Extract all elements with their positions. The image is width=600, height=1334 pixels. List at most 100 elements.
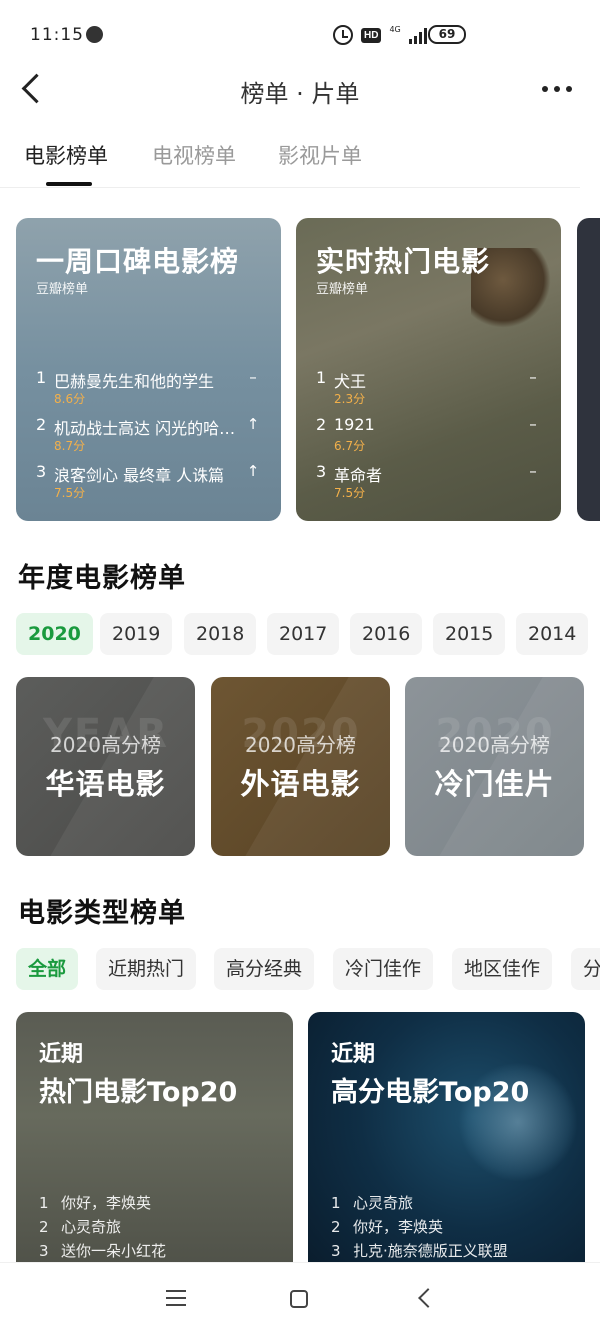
annual-card-title: 华语电影 xyxy=(45,767,166,801)
list-item[interactable]: 1 你好，李焕英 xyxy=(39,1192,166,1216)
ranking-card-realtime[interactable]: 实时热门电影 豆瓣榜单 1 犬王 2.3分 – 2 1921 6.7分 – 3 … xyxy=(296,218,561,521)
genre-chip-partial[interactable]: 分 xyxy=(571,948,600,990)
app-notification-icon xyxy=(86,26,103,43)
annual-card-subtitle: 2020高分榜 xyxy=(245,733,356,757)
system-navigation-bar xyxy=(0,1262,600,1334)
list-item[interactable]: 2 你好，李焕英 xyxy=(331,1216,508,1240)
ranking-item[interactable]: 3 浪客剑心 最终章 人诛篇 7.5分 ↑ xyxy=(36,462,266,509)
movie-score: 2.3分 xyxy=(334,392,366,406)
ranking-number: 2 xyxy=(36,415,47,434)
signal-icon xyxy=(408,26,427,44)
status-bar: 11:15 HD 4G 69 xyxy=(0,0,600,70)
annual-card-chinese[interactable]: YEAR 2020高分榜 华语电影 xyxy=(16,677,195,856)
alarm-icon xyxy=(333,25,353,45)
back-icon[interactable] xyxy=(418,1288,438,1308)
genre-card-title: 热门电影Top20 xyxy=(39,1077,238,1108)
tab-tv-charts[interactable]: 电视榜单 xyxy=(152,140,236,170)
annual-card-hidden-gems[interactable]: 2020 2020高分榜 冷门佳片 xyxy=(405,677,584,856)
genre-chip-niche[interactable]: 冷门佳作 xyxy=(333,948,434,990)
genre-chip-row: 全部 近期热门 高分经典 冷门佳作 地区佳作 分 xyxy=(16,948,600,990)
genre-section-title: 电影类型榜单 xyxy=(18,898,186,929)
annual-card-title: 冷门佳片 xyxy=(434,767,555,801)
battery-icon: 69 xyxy=(428,25,466,44)
annual-card-subtitle: 2020高分榜 xyxy=(439,733,550,757)
tab-playlists[interactable]: 影视片单 xyxy=(278,140,362,170)
ranking-number: 1 xyxy=(316,368,327,387)
tab-movie-charts[interactable]: 电影榜单 xyxy=(24,140,108,170)
ranking-item[interactable]: 2 机动战士高达 闪光的哈… 8.7分 ↑ xyxy=(36,415,266,462)
trend-up-icon: ↑ xyxy=(246,415,260,433)
year-chip-2017[interactable]: 2017 xyxy=(267,613,340,655)
genre-card-kicker: 近期 xyxy=(331,1042,376,1067)
genre-card-kicker: 近期 xyxy=(39,1042,84,1067)
ranking-item[interactable]: 1 犬王 2.3分 – xyxy=(316,368,546,415)
movie-score: 7.5分 xyxy=(334,486,366,500)
year-chip-2014[interactable]: 2014 xyxy=(516,613,589,655)
genre-chip-recent-hot[interactable]: 近期热门 xyxy=(96,948,197,990)
movie-title: 1921 xyxy=(334,415,375,434)
genre-chip-all[interactable]: 全部 xyxy=(16,948,79,990)
movie-score: 8.6分 xyxy=(54,392,86,406)
ranking-item[interactable]: 3 革命者 7.5分 – xyxy=(316,462,546,509)
list-item[interactable]: 3 送你一朵小红花 xyxy=(39,1240,166,1264)
movie-score: 6.7分 xyxy=(334,439,366,453)
nav-bar: 榜单 · 片单 xyxy=(0,70,600,110)
list-item[interactable]: 2 心灵奇旅 xyxy=(39,1216,166,1240)
ranking-item[interactable]: 1 巴赫曼先生和他的学生 8.6分 – xyxy=(36,368,266,415)
ranking-list: 1 巴赫曼先生和他的学生 8.6分 – 2 机动战士高达 闪光的哈… 8.7分 … xyxy=(36,368,266,509)
menu-icon[interactable] xyxy=(166,1290,186,1311)
movie-title: 革命者 xyxy=(334,466,383,485)
annual-card-title: 外语电影 xyxy=(240,767,361,801)
movie-title: 你好，李焕英 xyxy=(61,1194,152,1212)
genre-card-title: 高分电影Top20 xyxy=(331,1077,530,1108)
year-chip-row: 2020 2019 2018 2017 2016 2015 2014 xyxy=(16,613,600,655)
genre-chip-region[interactable]: 地区佳作 xyxy=(452,948,553,990)
more-options-icon[interactable] xyxy=(542,86,572,92)
movie-title: 浪客剑心 最终章 人诛篇 xyxy=(54,466,225,485)
year-chip-2018[interactable]: 2018 xyxy=(184,613,257,655)
ranking-number: 1 xyxy=(36,368,47,387)
ranking-item[interactable]: 2 1921 6.7分 – xyxy=(316,415,546,462)
year-chip-2016[interactable]: 2016 xyxy=(350,613,423,655)
movie-score: 7.5分 xyxy=(54,486,86,500)
movie-score: 8.7分 xyxy=(54,439,86,453)
movie-title: 心灵奇旅 xyxy=(353,1194,414,1212)
list-item[interactable]: 3 扎克·施奈德版正义联盟 xyxy=(331,1240,508,1264)
trend-flat-icon: – xyxy=(529,415,537,433)
ranking-card-title: 实时热门电影 xyxy=(316,245,491,278)
page-title: 榜单 · 片单 xyxy=(240,80,360,108)
ranking-number: 2 xyxy=(316,415,327,434)
home-icon[interactable] xyxy=(290,1290,308,1308)
network-label: 4G xyxy=(389,24,401,34)
ranking-card-title: 一周口碑电影榜 xyxy=(36,245,240,278)
hd-icon: HD xyxy=(361,27,382,43)
year-chip-2019[interactable]: 2019 xyxy=(100,613,173,655)
annual-card-subtitle: 2020高分榜 xyxy=(50,733,161,757)
ranking-number: 3 xyxy=(316,462,327,481)
ranking-card-source: 豆瓣榜单 xyxy=(36,282,89,297)
annual-card-foreign[interactable]: 2020 2020高分榜 外语电影 xyxy=(211,677,390,856)
movie-title: 送你一朵小红花 xyxy=(61,1242,167,1260)
movie-title: 机动战士高达 闪光的哈… xyxy=(54,419,236,438)
annual-cards: YEAR 2020高分榜 华语电影 2020 2020高分榜 外语电影 2020… xyxy=(16,677,600,857)
ranking-card-partial[interactable] xyxy=(577,218,600,521)
year-chip-2020[interactable]: 2020 xyxy=(16,613,93,655)
annual-section-title: 年度电影榜单 xyxy=(18,563,186,594)
list-item[interactable]: 1 心灵奇旅 xyxy=(331,1192,508,1216)
ranking-number: 3 xyxy=(36,462,47,481)
ranking-list: 1 犬王 2.3分 – 2 1921 6.7分 – 3 革命者 7.5分 – xyxy=(316,368,546,509)
genre-chip-classic[interactable]: 高分经典 xyxy=(214,948,315,990)
tab-indicator xyxy=(46,182,92,186)
genre-card-hot[interactable]: 近期 热门电影Top20 1 你好，李焕英 2 心灵奇旅 3 送你一朵小红花 xyxy=(16,1012,293,1272)
genre-cards: 近期 热门电影Top20 1 你好，李焕英 2 心灵奇旅 3 送你一朵小红花 近期 高… xyxy=(16,1012,600,1272)
genre-card-list: 1 你好，李焕英 2 心灵奇旅 3 送你一朵小红花 xyxy=(39,1192,166,1264)
genre-card-top-rated[interactable]: 近期 高分电影Top20 1 心灵奇旅 2 你好，李焕英 3 扎克·施奈德版正义联盟 xyxy=(308,1012,585,1272)
status-time: 11:15 xyxy=(30,25,84,45)
trend-flat-icon: – xyxy=(249,368,257,386)
ranking-card-weekly[interactable]: 一周口碑电影榜 豆瓣榜单 1 巴赫曼先生和他的学生 8.6分 – 2 机动战士高… xyxy=(16,218,281,521)
movie-title: 心灵奇旅 xyxy=(61,1218,122,1236)
movie-title: 你好，李焕英 xyxy=(353,1218,444,1236)
trend-flat-icon: – xyxy=(529,368,537,386)
year-chip-2015[interactable]: 2015 xyxy=(433,613,506,655)
ranking-card-source: 豆瓣榜单 xyxy=(316,282,369,297)
